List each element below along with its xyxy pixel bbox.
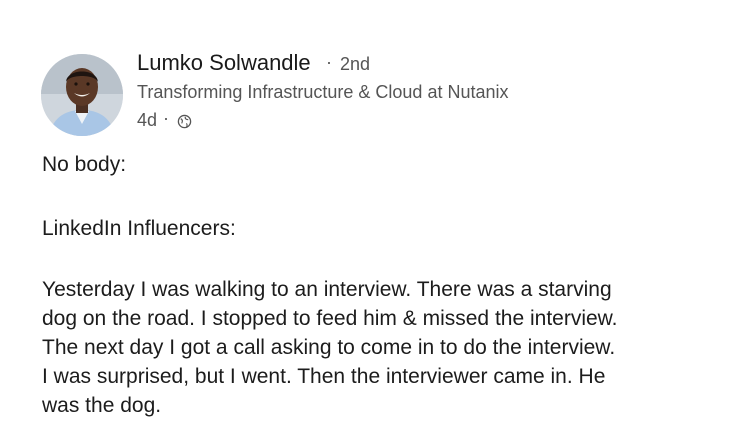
connection-degree: 2nd [340,54,371,74]
author-headline: Transforming Infrastructure & Cloud at N… [137,82,509,102]
meta-separator: · [163,108,169,128]
story-line: I was surprised, but I went. Then the in… [42,365,606,388]
globe-icon [177,114,192,129]
degree-separator: · [326,52,332,72]
story-line: The next day I got a call asking to come… [42,336,616,359]
linkedin-post: Lumko Solwandle · 2nd Transforming Infra… [0,0,740,445]
story-line: Yesterday I was walking to an interview.… [42,278,612,301]
story-line: was the dog. [42,394,162,417]
post-line-influencers: LinkedIn Influencers: [42,217,236,240]
author-name[interactable]: Lumko Solwandle [137,50,311,76]
post-story: Yesterday I was walking to an interview.… [42,275,722,420]
post-line-nobody: No body: [42,153,127,176]
story-line: dog on the road. I stopped to feed him &… [42,307,618,330]
avatar[interactable] [41,54,123,136]
post-timestamp[interactable]: 4d [137,110,157,131]
